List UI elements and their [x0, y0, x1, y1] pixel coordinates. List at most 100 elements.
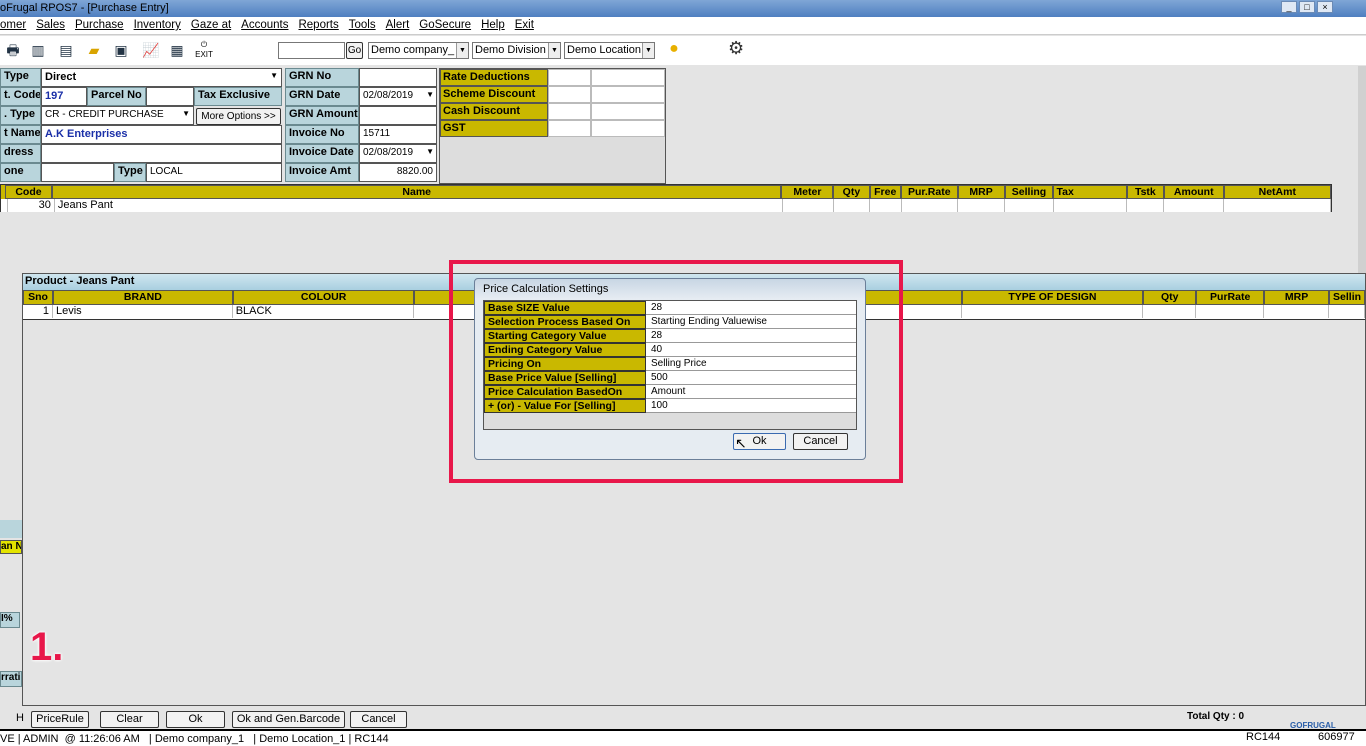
- column-header-free[interactable]: Free: [869, 185, 901, 199]
- setting-value[interactable]: Amount: [646, 385, 856, 398]
- column-header-purrate[interactable]: Pur.Rate: [900, 185, 958, 199]
- table-row[interactable]: 30 Jeans Pant: [1, 199, 1331, 212]
- invoice-icon[interactable]: ▦: [169, 42, 185, 58]
- column-header-mrp[interactable]: MRP: [1264, 290, 1330, 305]
- barcode-icon[interactable]: ▥: [30, 42, 46, 58]
- setting-value[interactable]: Selling Price: [646, 357, 856, 370]
- code-field[interactable]: 197: [41, 87, 87, 106]
- setting-value[interactable]: 500: [646, 371, 856, 384]
- column-header-selling[interactable]: Selling: [1004, 185, 1054, 199]
- chevron-down-icon: ▼: [426, 147, 434, 156]
- deduction-row: Cash Discount: [440, 103, 665, 120]
- deduction-percent[interactable]: [548, 103, 591, 120]
- grn-amount-field[interactable]: [359, 106, 437, 125]
- left-panel-header: [0, 520, 22, 538]
- location-select[interactable]: Demo Location ▼: [564, 42, 655, 59]
- print-icon[interactable]: 🖶: [5, 42, 21, 58]
- column-header-qty[interactable]: Qty: [833, 185, 870, 199]
- parcel-field[interactable]: [146, 87, 194, 106]
- setting-value[interactable]: 28: [646, 301, 856, 314]
- menu-purchase[interactable]: Purchase: [75, 19, 124, 34]
- dialog-cancel-button[interactable]: Cancel: [793, 433, 848, 450]
- address-label: dress: [0, 144, 41, 163]
- column-header-qty[interactable]: Qty: [1143, 290, 1197, 305]
- deduction-amount[interactable]: [591, 86, 665, 103]
- menu-inventory[interactable]: Inventory: [134, 19, 181, 34]
- chart-icon[interactable]: 📈: [142, 42, 159, 58]
- price-rule-button[interactable]: PriceRule: [31, 711, 89, 728]
- ok-gen-barcode-button[interactable]: Ok and Gen.Barcode: [232, 711, 345, 728]
- division-select[interactable]: Demo Division ▼: [472, 42, 561, 59]
- price-calculation-dialog: Price Calculation Settings Base SIZE Val…: [474, 278, 866, 460]
- column-header-mrp[interactable]: MRP: [957, 185, 1005, 199]
- company-value: Demo company_: [371, 44, 455, 56]
- address-field[interactable]: [41, 144, 282, 163]
- menu-sales[interactable]: Sales: [36, 19, 65, 34]
- grn-no-field[interactable]: [359, 68, 437, 87]
- menu-gosecure[interactable]: GoSecure: [419, 19, 471, 34]
- type-select[interactable]: Direct ▼: [41, 68, 282, 87]
- setting-value[interactable]: Starting Ending Valuewise: [646, 315, 856, 328]
- search-input[interactable]: [278, 42, 345, 59]
- setting-row: Starting Category Value 28: [484, 329, 856, 343]
- exit-button[interactable]: ⏻ EXIT: [194, 40, 214, 59]
- column-header-tax[interactable]: Tax: [1053, 185, 1127, 199]
- chevron-down-icon: ▼: [548, 43, 560, 58]
- invoice-date-picker[interactable]: 02/08/2019 ▼: [359, 144, 437, 163]
- menu-help[interactable]: Help: [481, 19, 505, 34]
- phone-field[interactable]: [41, 163, 114, 182]
- setting-value[interactable]: 100: [646, 399, 856, 412]
- menu-gaze-at[interactable]: Gaze at: [191, 19, 231, 34]
- column-header-code[interactable]: Code: [5, 185, 52, 199]
- invoice-amt-label: Invoice Amt: [285, 163, 359, 182]
- invoice-no-field[interactable]: 15711: [359, 125, 437, 144]
- column-header-meter[interactable]: Meter: [781, 185, 834, 199]
- gear-icon[interactable]: ⚙: [728, 39, 744, 57]
- company-select[interactable]: Demo company_ ▼: [368, 42, 469, 59]
- go-button[interactable]: Go: [346, 42, 363, 59]
- menu-accounts[interactable]: Accounts: [241, 19, 288, 34]
- folder-icon[interactable]: ▰: [86, 42, 102, 58]
- column-header-colour[interactable]: COLOUR: [232, 290, 415, 305]
- ok-button[interactable]: Ok: [166, 711, 225, 728]
- cancel-button[interactable]: Cancel: [350, 711, 407, 728]
- deduction-amount[interactable]: [591, 103, 665, 120]
- table-cell: Jeans Pant: [54, 199, 783, 212]
- deduction-amount[interactable]: [591, 120, 665, 137]
- setting-value[interactable]: 40: [646, 343, 856, 356]
- column-header-name[interactable]: Name: [51, 185, 782, 199]
- setting-value[interactable]: 28: [646, 329, 856, 342]
- invoice-amt-field[interactable]: 8820.00: [359, 163, 437, 182]
- menu-alert[interactable]: Alert: [386, 19, 410, 34]
- restore-button[interactable]: □: [1299, 1, 1315, 13]
- document-icon[interactable]: ▤: [58, 42, 74, 58]
- supplier-type-field[interactable]: LOCAL: [146, 163, 282, 182]
- supplier-name-field[interactable]: A.K Enterprises: [41, 125, 282, 144]
- chat-icon[interactable]: ●: [666, 41, 682, 57]
- column-header-sellin[interactable]: Sellin: [1329, 290, 1365, 305]
- column-header-brand[interactable]: BRAND: [52, 290, 233, 305]
- deduction-amount[interactable]: [591, 69, 665, 86]
- invoice-date-label: Invoice Date: [285, 144, 359, 163]
- menu-exit[interactable]: Exit: [515, 19, 534, 34]
- close-button[interactable]: ×: [1317, 1, 1333, 13]
- column-header-tstk[interactable]: Tstk: [1126, 185, 1164, 199]
- minimize-button[interactable]: _: [1281, 1, 1297, 13]
- more-options-button[interactable]: More Options >>: [196, 108, 281, 125]
- deduction-percent[interactable]: [548, 120, 591, 137]
- column-header-type-of-design[interactable]: TYPE OF DESIGN: [961, 290, 1144, 305]
- grn-date-picker[interactable]: 02/08/2019 ▼: [359, 87, 437, 106]
- purchase-type-select[interactable]: CR - CREDIT PURCHASE ▼: [41, 106, 194, 125]
- column-header-amount[interactable]: Amount: [1163, 185, 1224, 199]
- column-header-purrate[interactable]: PurRate: [1196, 290, 1265, 305]
- deduction-percent[interactable]: [548, 86, 591, 103]
- scrollbar[interactable]: [1358, 66, 1366, 276]
- column-header-netamt[interactable]: NetAmt: [1223, 185, 1331, 199]
- clear-button[interactable]: Clear: [100, 711, 159, 728]
- report-icon[interactable]: ▣: [113, 42, 129, 58]
- column-header-sno[interactable]: Sno: [23, 290, 53, 305]
- menu-tools[interactable]: Tools: [349, 19, 376, 34]
- menu-reports[interactable]: Reports: [298, 19, 338, 34]
- menu-customer[interactable]: omer: [0, 19, 26, 34]
- deduction-percent[interactable]: [548, 69, 591, 86]
